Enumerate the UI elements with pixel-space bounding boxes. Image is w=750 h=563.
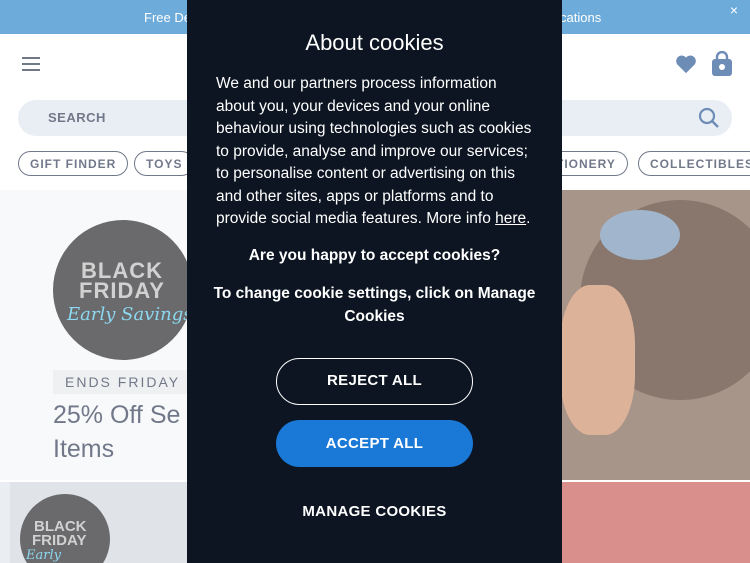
more-info-link[interactable]: here: [495, 210, 526, 227]
cookie-instruction: To change cookie settings, click on Mana…: [213, 285, 536, 325]
cookie-dialog-body: We and our partners process information …: [216, 73, 538, 231]
cookie-body-text: We and our partners process information …: [216, 75, 532, 227]
cookie-question: Are you happy to accept cookies?: [248, 247, 501, 264]
cookie-dialog-title: About cookies: [305, 30, 444, 55]
accept-all-button[interactable]: ACCEPT ALL: [276, 420, 473, 467]
manage-cookies-button[interactable]: MANAGE COOKIES: [276, 488, 473, 535]
reject-all-button[interactable]: REJECT ALL: [276, 358, 473, 405]
cookie-body-end: .: [526, 210, 531, 227]
cookie-consent-dialog: About cookies We and our partners proces…: [187, 0, 562, 563]
